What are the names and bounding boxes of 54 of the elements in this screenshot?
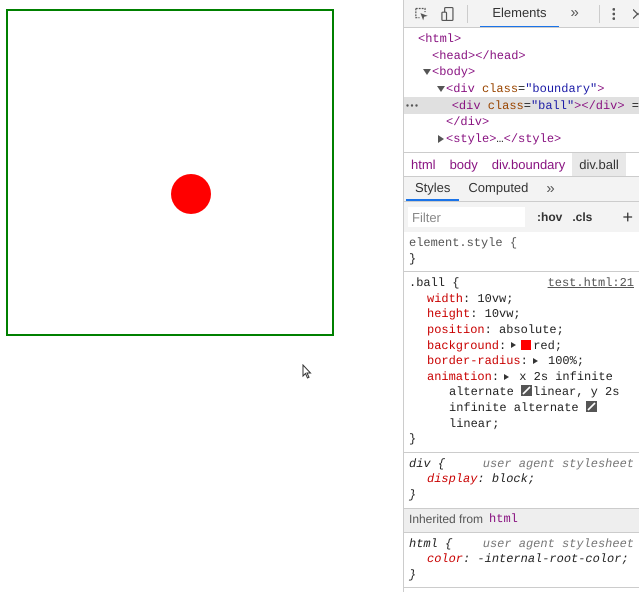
- color-swatch[interactable]: [521, 340, 532, 350]
- expand-triangle-icon[interactable]: [509, 341, 518, 350]
- easing-curve-icon[interactable]: [521, 385, 532, 396]
- dots-icon[interactable]: [406, 104, 418, 108]
- css-declaration: color: -internal-root-color;: [426, 552, 630, 568]
- more-tabs-button[interactable]: »: [537, 177, 564, 201]
- rule-origin-label: user agent stylesheet: [482, 456, 634, 472]
- breadcrumb-item[interactable]: div.ball: [572, 153, 626, 176]
- css-declaration: height: 10vw;: [426, 307, 522, 323]
- inherited-tag-link[interactable]: html: [489, 512, 518, 528]
- dom-node-line[interactable]: <html>: [418, 30, 462, 48]
- device-toolbar-icon[interactable]: [440, 6, 456, 22]
- hover-state-button[interactable]: :hov: [537, 208, 562, 226]
- dom-node-line[interactable]: <body>: [432, 63, 476, 82]
- expanded-triangle-icon[interactable]: [423, 68, 431, 76]
- inherited-label: Inherited from: [409, 512, 484, 528]
- source-link[interactable]: test.html:21: [548, 276, 634, 292]
- breadcrumb-item[interactable]: div.boundary: [484, 153, 572, 176]
- closing-brace: }: [409, 432, 418, 448]
- expand-triangle-icon[interactable]: [530, 356, 540, 365]
- mouse-cursor-icon: [302, 364, 312, 379]
- filter-input[interactable]: Filter: [408, 207, 525, 227]
- new-rule-button[interactable]: +: [622, 208, 633, 226]
- rule-selector: element.style {: [409, 236, 518, 252]
- expanded-triangle-icon[interactable]: [437, 85, 445, 94]
- more-tabs-button[interactable]: »: [570, 2, 579, 25]
- css-declaration: animation: x 2s infinite alternate linear, y 2s infinite alternate linear;: [426, 370, 620, 432]
- css-declaration: display: block;: [426, 472, 536, 488]
- closing-tag-line[interactable]: </div>: [446, 113, 490, 132]
- rule-selector: html {: [409, 536, 452, 552]
- rule-origin-label: user agent stylesheet: [482, 536, 634, 552]
- close-icon[interactable]: [633, 8, 639, 20]
- css-declaration: border-radius: 100%;: [426, 354, 586, 370]
- class-toggle-button[interactable]: .cls: [572, 208, 592, 226]
- css-declaration: position: absolute;: [426, 322, 565, 339]
- rule-selector: .ball {: [409, 276, 460, 292]
- dom-node-line[interactable]: <div class="boundary">: [446, 80, 604, 98]
- styles-tab[interactable]: Computed: [459, 177, 538, 201]
- breadcrumb-item[interactable]: body: [442, 153, 485, 176]
- dom-node-line[interactable]: <style>…</style>: [446, 130, 562, 148]
- easing-curve-icon[interactable]: [586, 400, 597, 412]
- rule-selector: div {: [409, 456, 446, 472]
- closing-brace: }: [409, 252, 418, 268]
- expand-triangle-icon[interactable]: [502, 372, 512, 381]
- more-options-icon[interactable]: [612, 6, 616, 20]
- panel-tab[interactable]: Elements: [480, 0, 559, 27]
- closing-brace: }: [409, 488, 418, 504]
- collapsed-triangle-icon[interactable]: [437, 134, 445, 143]
- inspect-element-icon[interactable]: [414, 6, 429, 22]
- closing-brace: }: [409, 568, 418, 584]
- breadcrumb-item[interactable]: html: [404, 153, 443, 176]
- dom-node-line[interactable]: <head></head>: [432, 46, 526, 65]
- css-declaration: width: 10vw;: [426, 292, 514, 308]
- css-declaration: background: red;: [426, 338, 564, 354]
